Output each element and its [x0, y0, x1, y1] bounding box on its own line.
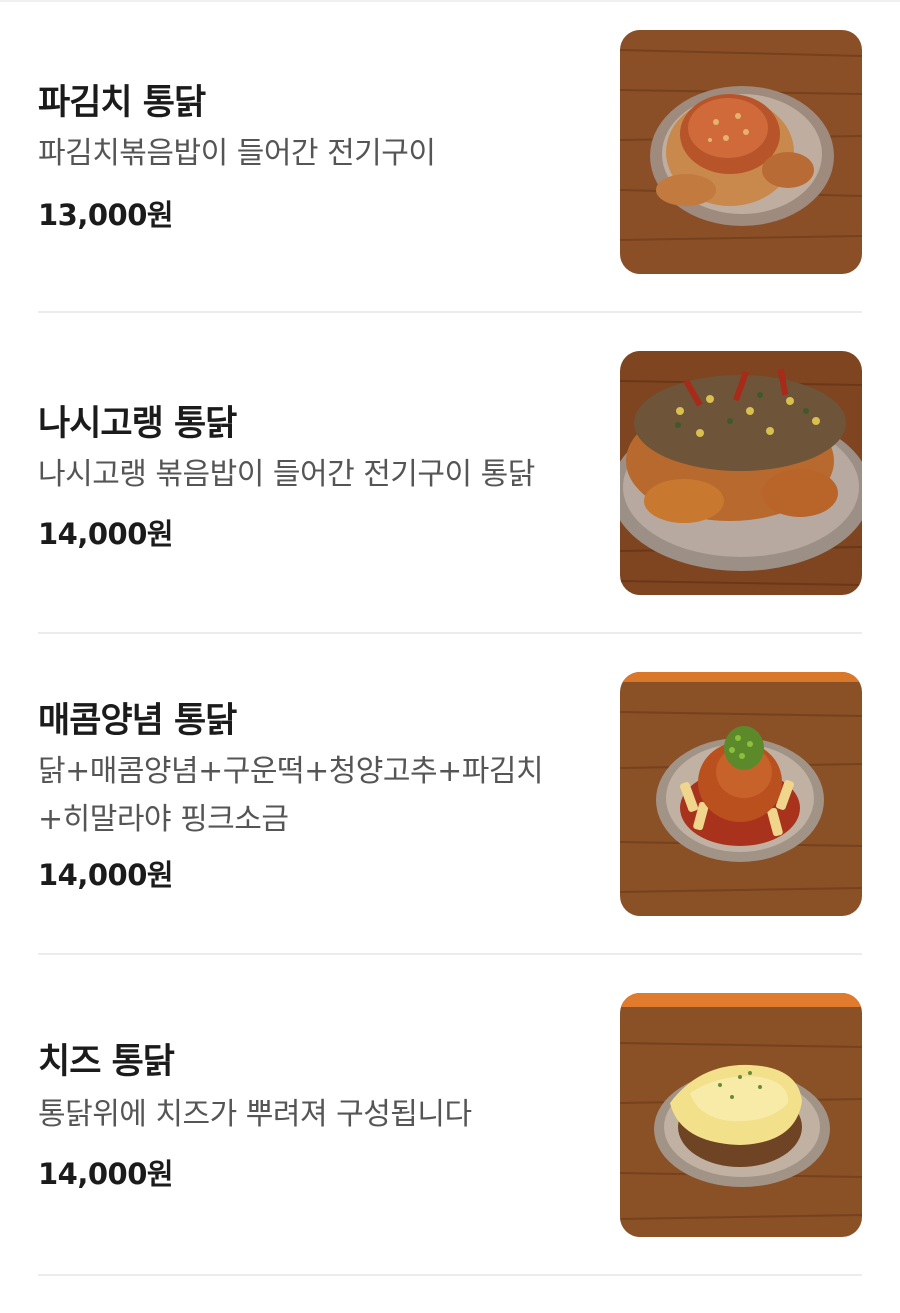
menu-divider	[38, 1274, 862, 1276]
menu-item-price: 14,000원	[38, 517, 174, 551]
menu-item-photo	[620, 672, 862, 916]
menu-divider	[38, 311, 862, 313]
menu-item-price: 14,000원	[38, 1157, 174, 1191]
menu-item-photo	[620, 30, 862, 274]
menu-item-pakimchi[interactable]: 파김치 통닭 파김치볶음밥이 들어간 전기구이 13,000원	[38, 30, 862, 350]
menu-item-description: 닭+매콤양념+구운떡+청양고추+파김치 +히말라야 핑크소금	[38, 748, 598, 844]
menu-item-name: 매콤양념 통닭	[38, 701, 237, 741]
menu-item-name: 파김치 통닭	[38, 83, 206, 123]
menu-item-price: 14,000원	[38, 858, 174, 892]
menu-item-photo	[620, 351, 862, 595]
menu-item-name: 나시고랭 통닭	[38, 404, 237, 444]
menu-divider	[38, 632, 862, 634]
menu-item-description: 통닭위에 치즈가 뿌려져 구성됩니다	[38, 1097, 472, 1132]
top-divider	[0, 0, 900, 2]
menu-item-description: 나시고랭 볶음밥이 들어간 전기구이 통닭	[38, 457, 535, 492]
menu-item-cheese[interactable]: 치즈 통닭 통닭위에 치즈가 뿌려져 구성됩니다 14,000원	[38, 993, 862, 1313]
menu-item-spicy-seasoned[interactable]: 매콤양념 통닭 닭+매콤양념+구운떡+청양고추+파김치 +히말라야 핑크소금 1…	[38, 672, 862, 992]
menu-item-description: 파김치볶음밥이 들어간 전기구이	[38, 136, 436, 171]
menu-item-name: 치즈 통닭	[38, 1042, 175, 1082]
menu-item-nasi-goreng[interactable]: 나시고랭 통닭 나시고랭 볶음밥이 들어간 전기구이 통닭 14,000원	[38, 351, 862, 671]
menu-item-description-line: +히말라야 핑크소금	[38, 802, 289, 837]
menu-item-description-line: 닭+매콤양념+구운떡+청양고추+파김치	[38, 754, 544, 789]
menu-item-price: 13,000원	[38, 198, 174, 232]
menu-divider	[38, 953, 862, 955]
menu-item-photo	[620, 993, 862, 1237]
